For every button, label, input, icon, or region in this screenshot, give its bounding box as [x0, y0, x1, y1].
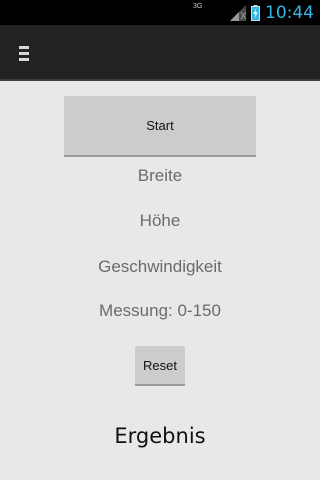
result-label: Ergebnis	[114, 424, 206, 448]
main-content: Start Breite Höhe Geschwindigkeit Messun…	[0, 81, 320, 480]
height-label: Höhe	[139, 211, 181, 230]
status-clock: 10:44	[265, 2, 314, 23]
action-bar	[0, 25, 320, 81]
network-type-label: 3G	[193, 3, 203, 10]
measurement-label: Messung: 0-150	[99, 301, 221, 320]
menu-icon-bar	[19, 52, 29, 55]
menu-icon-bar	[19, 58, 29, 61]
status-bar: 3G 10:44	[0, 0, 320, 25]
menu-icon[interactable]	[19, 46, 29, 61]
start-button[interactable]: Start	[64, 96, 256, 157]
menu-icon-bar	[19, 46, 29, 49]
speed-label: Geschwindigkeit	[98, 257, 222, 276]
width-label: Breite	[137, 166, 183, 185]
signal-icon	[230, 4, 247, 21]
battery-charging-icon	[251, 4, 260, 21]
reset-button[interactable]: Reset	[135, 346, 185, 386]
status-icons: 3G 10:44	[193, 0, 320, 25]
